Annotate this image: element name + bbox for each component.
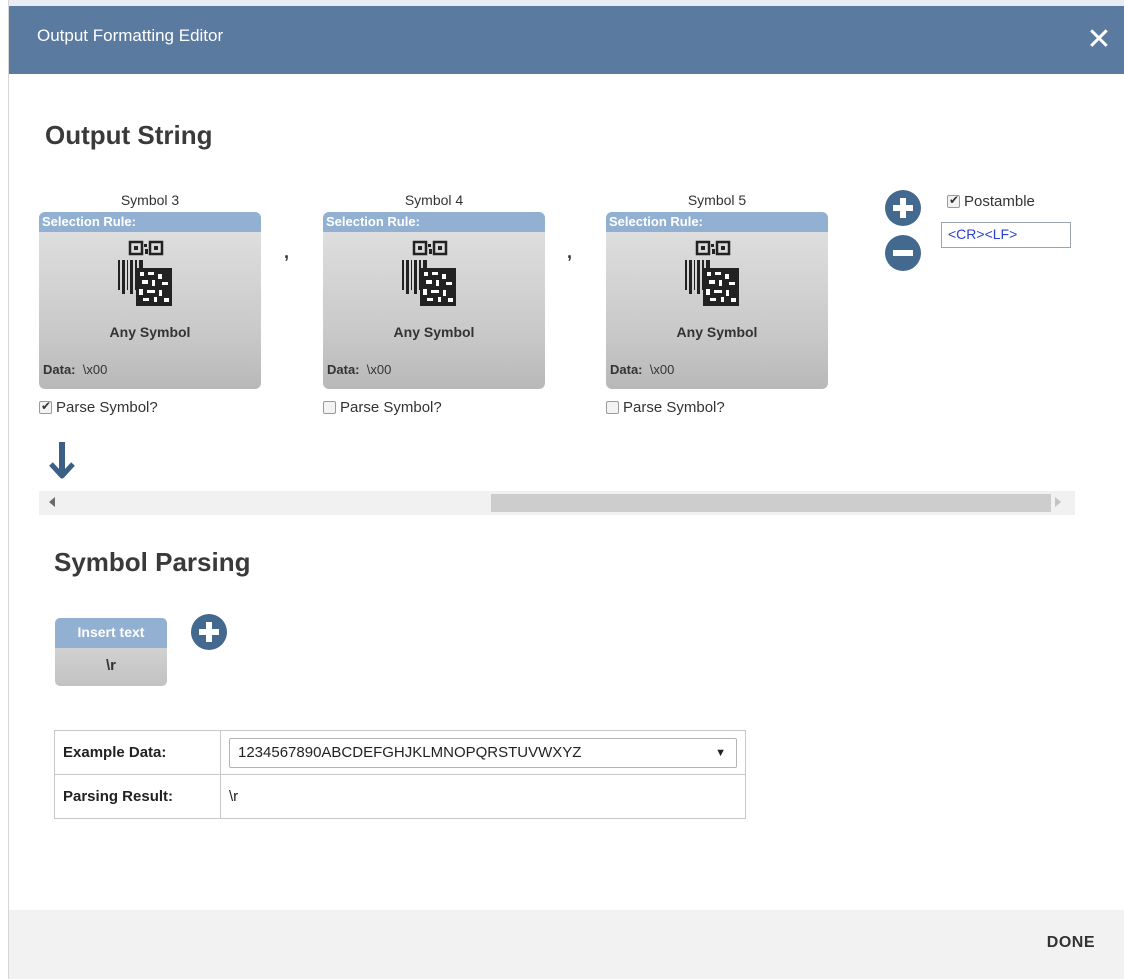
table-row: Parsing Result: \r	[54, 774, 746, 819]
scrollbar-thumb[interactable]	[491, 494, 1051, 512]
close-icon[interactable]: ✕	[1085, 25, 1113, 55]
insert-text-value: \r	[105, 657, 116, 674]
remove-symbol-button[interactable]	[885, 235, 921, 271]
table-row: Example Data: 1234567890ABCDEFGHJKLMNOPQ…	[54, 730, 746, 775]
symbol-data: Data: \x00	[610, 362, 674, 377]
parse-symbol-row: Parse Symbol?	[323, 399, 545, 416]
add-parse-rule-button[interactable]	[191, 614, 227, 650]
selection-rule-label: Selection Rule:	[323, 212, 545, 232]
postamble-input[interactable]: <CR><LF>	[941, 222, 1071, 248]
plus-icon	[199, 622, 219, 642]
insert-text-card[interactable]: Insert text \r	[55, 618, 167, 686]
insert-text-label: Insert text	[55, 618, 167, 648]
output-string-heading: Output String	[45, 120, 213, 150]
example-data-label: Example Data:	[54, 730, 221, 775]
dialog-footer: DONE	[9, 910, 1124, 979]
selection-rule-value: Any Symbol	[109, 324, 191, 340]
postamble-checkbox[interactable]	[947, 193, 960, 208]
scroll-left-icon[interactable]	[49, 497, 55, 507]
symbol-name: Symbol 5	[687, 192, 747, 208]
data-value: \x00	[366, 362, 392, 377]
separator-comma: ,	[567, 242, 573, 262]
scroll-right-icon[interactable]	[1055, 497, 1061, 507]
parse-symbol-label: Parse Symbol?	[623, 399, 725, 416]
arrow-down-icon	[49, 442, 75, 479]
output-formatting-dialog: Output Formatting Editor ✕ Output String…	[8, 0, 1124, 979]
minus-icon	[893, 250, 913, 256]
dialog-titlebar: Output Formatting Editor ✕	[9, 0, 1124, 74]
plus-icon	[893, 198, 913, 218]
add-symbol-button[interactable]	[885, 190, 921, 226]
parse-symbol-row: Parse Symbol?	[606, 399, 828, 416]
barcode-icon	[402, 240, 456, 306]
symbol-name: Symbol 3	[120, 192, 180, 208]
data-label: Data:	[610, 362, 643, 377]
symbol-card[interactable]: Selection Rule: Any Symbol Data: \x00	[39, 212, 261, 389]
parse-symbol-label: Parse Symbol?	[56, 399, 158, 416]
symbol-name: Symbol 4	[404, 192, 464, 208]
barcode-icon	[118, 240, 172, 306]
postamble-label: Postamble	[964, 193, 1035, 210]
selection-rule-label: Selection Rule:	[606, 212, 828, 232]
done-button[interactable]: DONE	[1047, 934, 1095, 952]
symbol-column-5: Symbol 5 Selection Rule: Any Symbol Data…	[606, 190, 828, 416]
parse-symbol-row: Parse Symbol?	[39, 399, 261, 416]
symbol-column-4: Symbol 4 Selection Rule: Any Symbol Data…	[323, 190, 545, 416]
symbol-data: Data: \x00	[43, 362, 107, 377]
selection-rule-value: Any Symbol	[393, 324, 475, 340]
data-value: \x00	[649, 362, 675, 377]
symbol-data: Data: \x00	[327, 362, 391, 377]
parsing-result-value: \r	[220, 774, 746, 819]
parse-symbol-checkbox[interactable]	[323, 401, 336, 414]
dropdown-caret-icon: ▼	[715, 746, 726, 759]
dialog-title: Output Formatting Editor	[37, 26, 224, 45]
data-value: \x00	[82, 362, 108, 377]
example-data-value: 1234567890ABCDEFGHJKLMNOPQRSTUVWXYZ	[238, 743, 582, 761]
postamble-toggle: Postamble	[947, 193, 1035, 210]
barcode-icon	[685, 240, 739, 306]
parse-symbol-checkbox[interactable]	[606, 401, 619, 414]
separator-comma: ,	[284, 242, 290, 262]
data-label: Data:	[327, 362, 360, 377]
selection-rule-value: Any Symbol	[676, 324, 758, 340]
parse-symbol-checkbox[interactable]	[39, 399, 52, 414]
parse-symbol-label: Parse Symbol?	[340, 399, 442, 416]
symbol-card[interactable]: Selection Rule: Any Symbol Data: \x00	[323, 212, 545, 389]
example-table: Example Data: 1234567890ABCDEFGHJKLMNOPQ…	[54, 730, 746, 819]
symbol-column-3: Symbol 3 Selection Rule: Any Symbol Data…	[39, 190, 261, 416]
example-data-select[interactable]: 1234567890ABCDEFGHJKLMNOPQRSTUVWXYZ ▼	[229, 737, 737, 768]
horizontal-scrollbar[interactable]	[39, 491, 1075, 515]
parsing-result-label: Parsing Result:	[54, 774, 221, 819]
data-label: Data:	[43, 362, 76, 377]
selection-rule-label: Selection Rule:	[39, 212, 261, 232]
symbol-parsing-heading: Symbol Parsing	[54, 547, 251, 577]
symbol-card[interactable]: Selection Rule: Any Symbol Data: \x00	[606, 212, 828, 389]
